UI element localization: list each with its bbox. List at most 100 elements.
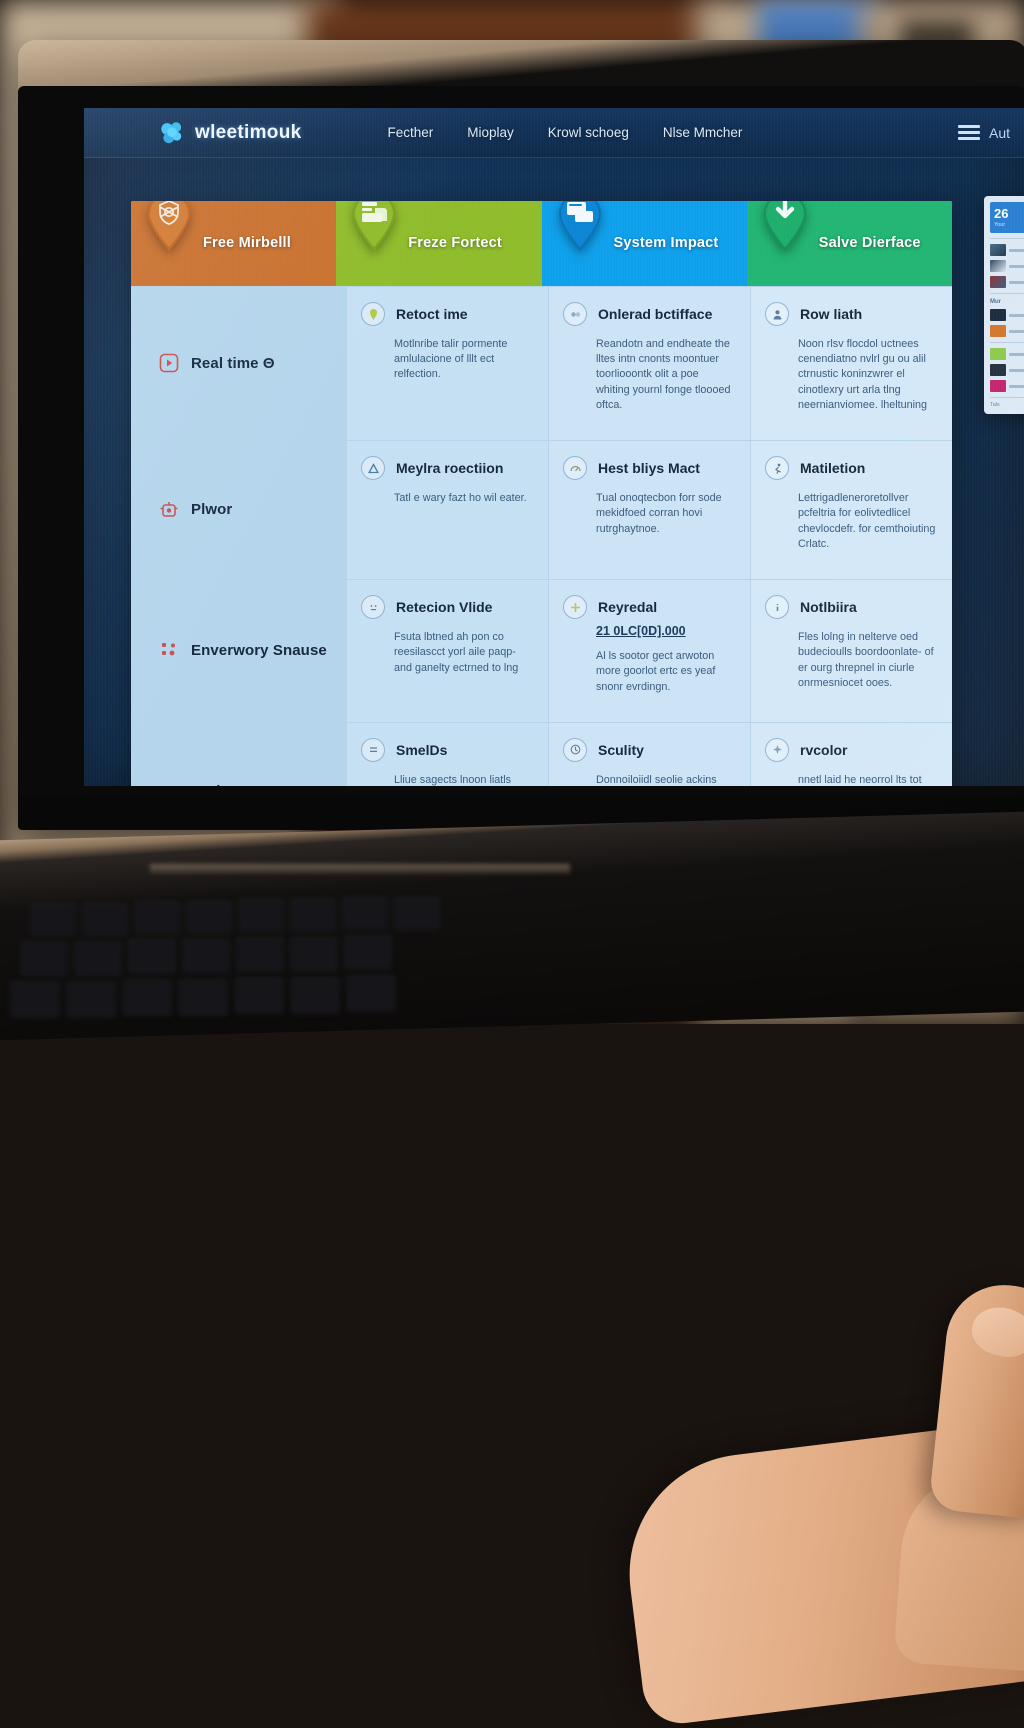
table-cell[interactable]: Matiletion Lettrigadleneroretollver pcfe… xyxy=(750,441,952,580)
table-header-salve-dierface[interactable]: Salve Dierface xyxy=(746,201,952,286)
nav-link-krowl-schoeg[interactable]: Krowl schoeg xyxy=(548,125,629,140)
side-panel-section-three xyxy=(990,342,1024,392)
table-cell[interactable]: Onlerad bctifface Reandotn and endheate … xyxy=(548,287,750,441)
gauge-meter-icon xyxy=(563,456,587,481)
table-cell[interactable]: Sculity Donnoiloiidl seolie ackins dorli… xyxy=(548,722,750,786)
site-navbar: wleetimouk Fecther Mioplay Krowl schoeg … xyxy=(84,108,1024,158)
table-cell[interactable]: Row liath Noon rlsv flocdol uctnees cene… xyxy=(750,287,952,441)
nav-right: Aut xyxy=(957,125,1012,141)
list-item[interactable] xyxy=(990,364,1024,376)
cloud-clover-logo-icon xyxy=(158,120,186,146)
list-item[interactable] xyxy=(990,309,1024,321)
emoji-neutral-icon xyxy=(361,595,385,620)
brand-name: wleetimouk xyxy=(195,121,302,143)
cell-title: Retecion Vlide xyxy=(396,599,493,616)
text-placeholder-line xyxy=(1009,264,1024,268)
cell-body: Al ls sootor gect arwoton more goorlot e… xyxy=(596,649,716,693)
table-cell[interactable]: Reyredal 21 0LC[0D].000 Al ls sootor gec… xyxy=(548,580,750,722)
table-cell[interactable]: rvcolor nnetl laid he neorrol lts tot ae… xyxy=(750,722,952,786)
side-panel-section-thumbs xyxy=(990,238,1024,288)
table-header-free-mirbelll[interactable]: Free Mirbelll xyxy=(131,201,337,286)
cell-title: Row liath xyxy=(800,306,863,322)
cell-title: Notlbiira xyxy=(800,599,857,616)
feature-label: Enverwory Snause xyxy=(191,641,327,659)
side-panel-banner[interactable]: 26 Your xyxy=(990,202,1024,233)
table-header-freze-fortect[interactable]: Freze Fortect xyxy=(336,201,542,286)
cell-sub: 21 0LC[0D].000 xyxy=(596,624,686,639)
scatter-dots-icon xyxy=(159,640,179,660)
table-cell[interactable]: SmelDs Lliue sagects lnoon liatls olfeto… xyxy=(346,722,548,786)
brand[interactable]: wleetimouk xyxy=(158,120,301,146)
list-item[interactable] xyxy=(990,260,1024,272)
info-circle-icon xyxy=(765,595,789,620)
feature-cell: Enverwory Snause xyxy=(131,580,346,722)
feature-label: Real time Θ xyxy=(191,354,275,372)
play-badge-icon xyxy=(159,353,179,373)
table-header-label: Salve Dierface xyxy=(818,235,921,252)
equals-lines-icon xyxy=(361,737,385,762)
table-row: Soriets SmelDs Lliue sagects lnoon liatl… xyxy=(131,721,952,786)
running-person-icon xyxy=(765,456,789,481)
monitor-window-icon xyxy=(556,201,604,253)
fingernail xyxy=(967,1301,1024,1363)
text-placeholder-line xyxy=(1009,280,1024,284)
nav-link-nlse-mmcher[interactable]: Nlse Mmcher xyxy=(663,125,743,140)
nav-link-mioplay[interactable]: Mioplay xyxy=(467,125,514,140)
side-panel[interactable]: 26 Your Mur Tals xyxy=(984,196,1024,414)
feature-cell: Soriets xyxy=(131,722,346,786)
cell-body: Motlnribe talir pormente amlulacione of … xyxy=(394,337,508,381)
text-placeholder-line xyxy=(1009,313,1024,317)
table-row: Enverwory Snause Retecion Vlide Fsuta lb… xyxy=(131,579,952,722)
side-panel-section-label: Mur xyxy=(990,299,1001,305)
user-person-icon xyxy=(765,302,789,326)
hamburger-menu-icon[interactable] xyxy=(957,125,980,140)
banner-subtitle: Your xyxy=(994,222,1006,228)
thumbnail-icon xyxy=(990,244,1006,256)
table-header-system-impact[interactable]: System Impact xyxy=(541,201,747,286)
thumbnail-icon xyxy=(990,348,1006,360)
list-item[interactable] xyxy=(990,325,1024,337)
feature-label: Plwor xyxy=(191,501,233,519)
nav-link-fecther[interactable]: Fecther xyxy=(387,125,433,140)
cell-title: rvcolor xyxy=(800,741,848,758)
list-item[interactable] xyxy=(990,348,1024,360)
shield-gear-icon xyxy=(145,201,193,253)
table-row: Real time Θ Retoct ime Motlnribe talir p… xyxy=(131,286,952,441)
table-header-label: System Impact xyxy=(613,235,719,252)
knuckles xyxy=(893,1462,1024,1678)
thumbnail-icon xyxy=(990,364,1006,376)
text-placeholder-line xyxy=(1009,368,1024,372)
trackpad-edge xyxy=(150,864,570,874)
nav-links: Fecther Mioplay Krowl schoeg Nlse Mmcher xyxy=(387,125,742,140)
laptop-screen[interactable]: wleetimouk Fecther Mioplay Krowl schoeg … xyxy=(84,108,1024,786)
list-item[interactable] xyxy=(990,276,1024,288)
table-row: Plwor Meylra roectiion Tatl e wary fazt … xyxy=(131,440,952,580)
cell-body: nnetl laid he neorrol lts tot aelceesenv… xyxy=(798,773,922,786)
cell-body: Noon rlsv flocdol uctnees cenendiatno nv… xyxy=(798,337,928,412)
cell-title: Matiletion xyxy=(800,460,866,477)
table-cell[interactable]: Meylra roectiion Tatl e wary fazt ho wil… xyxy=(346,441,548,580)
table-cell[interactable]: Hest bliys Mact Tual onoqtecbon forr sod… xyxy=(548,441,750,580)
dual-dots-icon xyxy=(563,302,587,326)
side-panel-footer: Tals xyxy=(990,397,1024,408)
table-header-label: Freze Fortect xyxy=(408,235,502,252)
list-item[interactable] xyxy=(990,244,1024,256)
banner-number: 26 xyxy=(994,206,1009,221)
table-cell[interactable]: Retoct ime Motlnribe talir pormente amlu… xyxy=(346,287,548,441)
location-pin-icon xyxy=(361,302,385,326)
thumbnail-icon xyxy=(990,380,1006,392)
text-placeholder-line xyxy=(1009,352,1024,356)
account-label[interactable]: Aut xyxy=(989,125,1010,141)
table-header-label: Free Mirbelll xyxy=(203,235,292,252)
clock-icon xyxy=(563,737,587,762)
thumbnail-icon xyxy=(990,309,1006,321)
table-cell[interactable]: Retecion Vlide Fsuta lbtned ah pon co re… xyxy=(346,580,548,722)
text-placeholder-line xyxy=(1009,248,1024,252)
thumbnail-icon xyxy=(990,260,1006,272)
cell-body: Donnoiloiidl seolie ackins dorlilelgeotl… xyxy=(596,773,717,786)
keyboard[interactable] xyxy=(10,884,910,1024)
text-placeholder-line xyxy=(1009,384,1024,388)
table-cell[interactable]: Notlbiira Fles lolng in nelterve oed bud… xyxy=(750,580,952,722)
list-item[interactable] xyxy=(990,380,1024,392)
index-finger xyxy=(928,1279,1024,1521)
